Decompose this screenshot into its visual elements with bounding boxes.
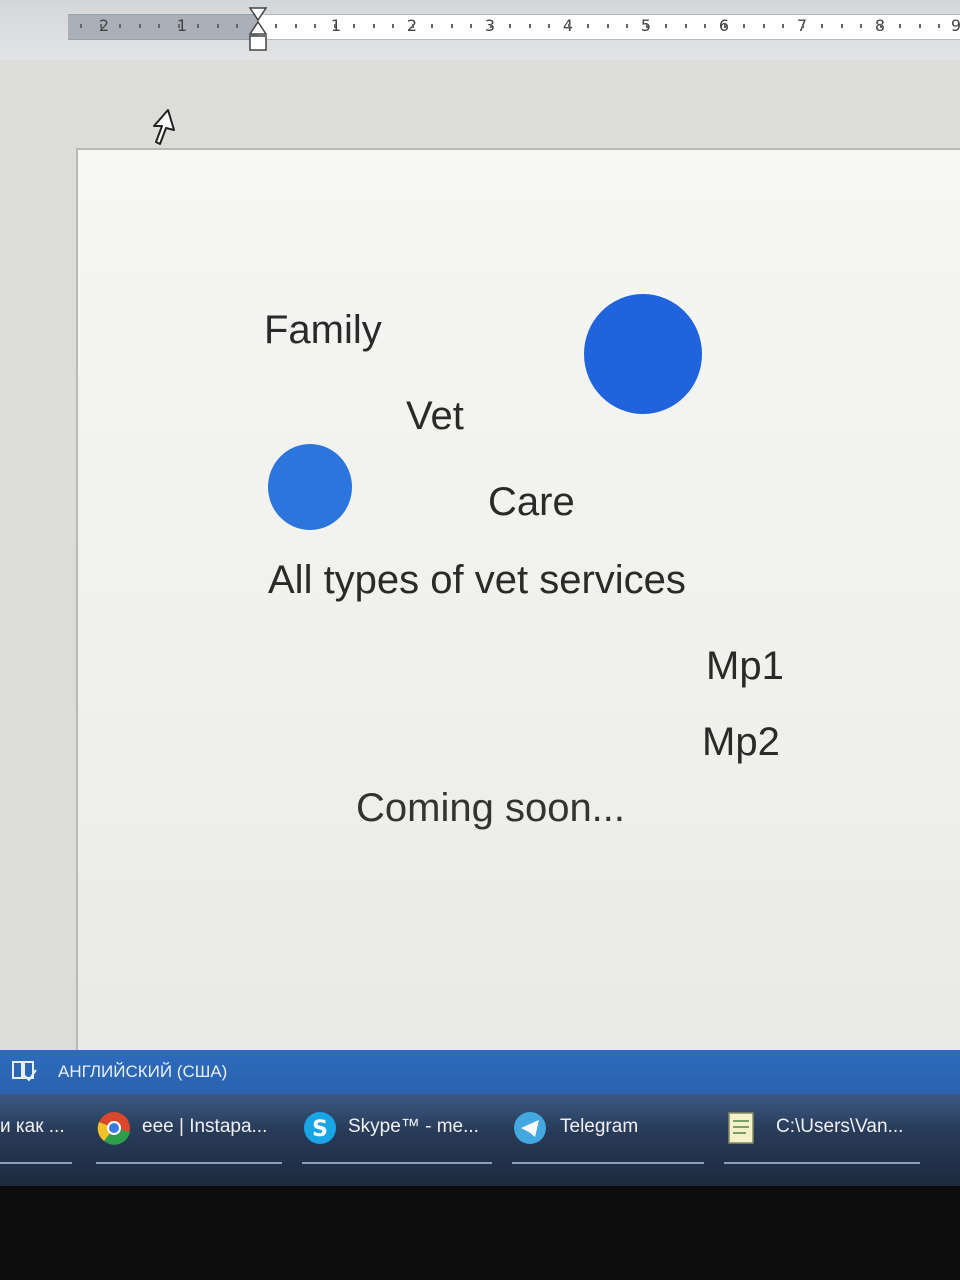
ruler-tick — [373, 24, 375, 28]
taskbar-item-underline — [512, 1162, 704, 1164]
ruler-tick — [841, 24, 843, 28]
ruler-tick — [275, 24, 277, 28]
ruler-tick — [431, 24, 433, 28]
ruler-number: 1 — [176, 16, 188, 35]
text-family: Family — [264, 308, 382, 352]
ruler-number: 9 — [950, 16, 960, 35]
ruler-tick — [782, 24, 784, 28]
taskbar-item-label: C:\Users\Van... — [776, 1116, 904, 1137]
text-mp2: Mp2 — [702, 720, 780, 764]
ruler-tick — [451, 24, 453, 28]
ruler-tick — [665, 24, 667, 28]
ruler-tick — [587, 24, 589, 28]
proofing-book-icon[interactable] — [10, 1058, 38, 1084]
ruler-tick — [236, 24, 238, 28]
text-coming-soon: Coming soon... — [356, 786, 626, 830]
ruler-tick — [100, 24, 102, 28]
taskbar-item-underline — [724, 1162, 920, 1164]
taskbar-item-label: Skype™ - me... — [348, 1116, 479, 1137]
taskbar-item-skype[interactable]: S Skype™ - me... — [302, 1102, 492, 1164]
taskbar-item-underline — [302, 1162, 492, 1164]
ruler-tick — [314, 24, 316, 28]
ruler-tick — [704, 24, 706, 28]
status-language[interactable]: АНГЛИЙСКИЙ (США) — [58, 1062, 227, 1082]
taskbar: и как ... eee | Instapa... S Skype™ - me… — [0, 1094, 960, 1186]
ruler-tick — [724, 24, 726, 28]
ruler-tick — [119, 24, 121, 28]
ruler-tick — [353, 24, 355, 28]
ruler-tick — [197, 24, 199, 28]
ruler-tick — [80, 24, 82, 28]
mouse-pointer-icon — [153, 109, 175, 145]
blue-circle-small[interactable] — [268, 444, 352, 530]
ruler-tick — [568, 24, 570, 28]
chrome-icon — [97, 1112, 130, 1145]
horizontal-ruler[interactable]: 2 1 1 2 3 4 5 6 7 8 9 — [0, 0, 960, 60]
monitor-bezel — [0, 1186, 960, 1280]
text-services: All types of vet services — [268, 558, 686, 602]
document-workspace — [0, 60, 960, 1130]
indent-marker-icon[interactable] — [248, 6, 268, 54]
ruler-tick — [685, 24, 687, 28]
svg-text:S: S — [312, 1117, 328, 1142]
ruler-tick — [470, 24, 472, 28]
ruler-tick — [821, 24, 823, 28]
taskbar-item-underline — [0, 1162, 72, 1164]
ruler-number: 2 — [98, 16, 110, 35]
ruler-tick — [334, 24, 336, 28]
taskbar-item-telegram[interactable]: Telegram — [512, 1102, 704, 1164]
taskbar-item-label: Telegram — [560, 1116, 639, 1137]
ruler-tick — [607, 24, 609, 28]
status-bar: АНГЛИЙСКИЙ (США) — [0, 1050, 960, 1094]
ruler-tick — [295, 24, 297, 28]
ruler-tick — [529, 24, 531, 28]
ruler-tick — [178, 24, 180, 28]
document-page[interactable] — [76, 148, 960, 1130]
ruler-tick — [490, 24, 492, 28]
ruler-tick — [626, 24, 628, 28]
text-vet: Vet — [406, 394, 464, 438]
telegram-icon — [514, 1112, 546, 1144]
ruler-tick — [646, 24, 648, 28]
ruler-tick — [899, 24, 901, 28]
ruler-tick — [880, 24, 882, 28]
taskbar-item-chrome[interactable]: eee | Instapa... — [96, 1102, 282, 1164]
ruler-tick — [217, 24, 219, 28]
ruler-tick — [412, 24, 414, 28]
taskbar-item-label: eee | Instapa... — [142, 1116, 268, 1137]
skype-icon: S — [304, 1112, 336, 1144]
blue-circle-large[interactable] — [584, 294, 702, 414]
taskbar-item-underline — [96, 1162, 282, 1164]
ruler-tick — [938, 24, 940, 28]
taskbar-item-notepad[interactable]: C:\Users\Van... — [724, 1102, 920, 1164]
ruler-tick — [392, 24, 394, 28]
ruler-tick — [919, 24, 921, 28]
ruler-tick — [802, 24, 804, 28]
ruler-tick — [743, 24, 745, 28]
taskbar-item-label: и как ... — [0, 1116, 65, 1137]
taskbar-item-app[interactable]: и как ... — [0, 1102, 72, 1164]
text-mp1: Mp1 — [706, 644, 784, 688]
ruler-tick — [158, 24, 160, 28]
ruler-tick — [139, 24, 141, 28]
ruler-number: 1 — [330, 16, 342, 35]
ruler-tick — [860, 24, 862, 28]
notepad-icon — [728, 1112, 754, 1144]
ruler-tick — [763, 24, 765, 28]
ruler-tick — [548, 24, 550, 28]
ruler-tick — [509, 24, 511, 28]
text-care: Care — [488, 480, 575, 524]
